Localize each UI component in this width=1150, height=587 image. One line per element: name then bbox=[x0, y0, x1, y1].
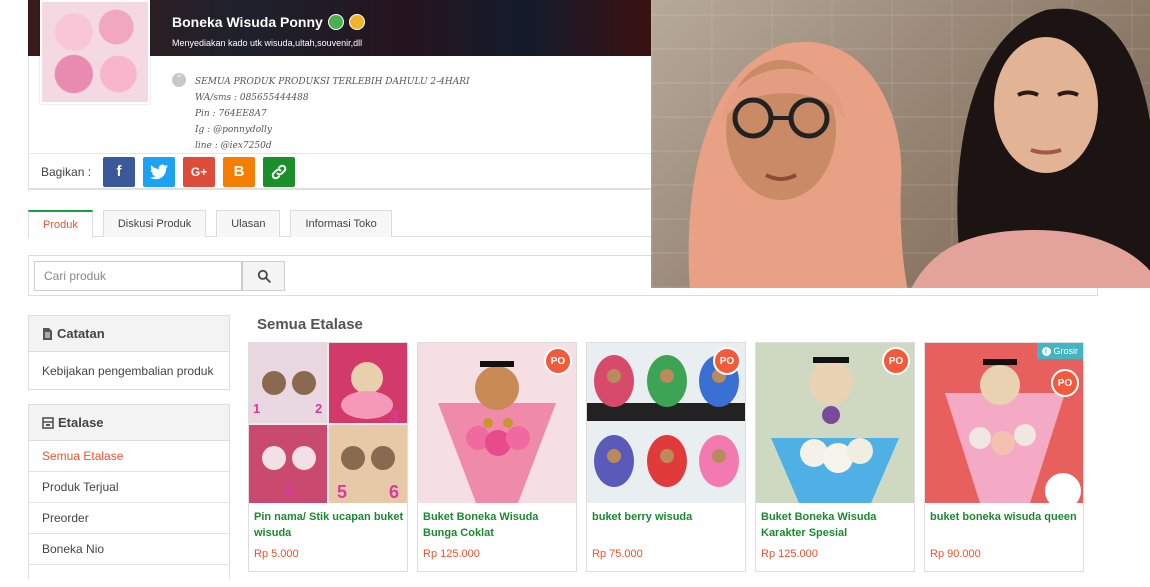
description-line: SEMUA PRODUK PRODUKSI TERLEBIH DAHULU 2-… bbox=[195, 77, 470, 87]
svg-text:1: 1 bbox=[253, 401, 260, 416]
etalase-title: Etalase bbox=[58, 415, 104, 430]
copy-link-button[interactable] bbox=[263, 156, 296, 187]
product-photo-collage: 1 2 3 4 5 6 bbox=[249, 343, 407, 503]
catatan-header: Catatan bbox=[29, 316, 229, 352]
facebook-share-button[interactable]: f bbox=[103, 156, 136, 187]
product-image[interactable]: PO bbox=[587, 343, 745, 503]
product-name[interactable]: Buket Boneka Wisuda Bunga Coklat bbox=[423, 509, 573, 541]
product-card[interactable]: PO Buket Boneka Wisuda Karakter Spesial … bbox=[755, 342, 915, 572]
share-row: Bagikan : f G+ B bbox=[28, 153, 652, 190]
info-icon: i bbox=[1041, 346, 1051, 356]
etalase-item-boneka-nio[interactable]: Boneka Nio bbox=[29, 534, 229, 565]
product-price: Rp 125.000 bbox=[423, 548, 480, 560]
product-image[interactable]: i Grosir PO bbox=[925, 343, 1083, 503]
product-price: Rp 90.000 bbox=[930, 548, 981, 560]
catatan-title: Catatan bbox=[57, 326, 105, 341]
woman-hijab-image bbox=[688, 41, 908, 288]
etalase-item-preorder[interactable]: Preorder bbox=[29, 503, 229, 534]
product-name[interactable]: Pin nama/ Stik ucapan buket wisuda bbox=[254, 509, 404, 541]
blogger-share-button[interactable]: B bbox=[223, 156, 256, 187]
product-image[interactable]: 1 2 3 4 5 6 bbox=[249, 343, 407, 503]
shop-tagline: Menyediakan kado utk wisuda,ultah,souven… bbox=[172, 38, 363, 48]
product-name[interactable]: buket berry wisuda bbox=[592, 509, 742, 525]
etalase-panel: Etalase Semua Etalase Produk Terjual Pre… bbox=[28, 404, 230, 579]
google-plus-share-button[interactable]: G+ bbox=[183, 156, 216, 187]
search-input[interactable] bbox=[34, 261, 242, 291]
document-icon bbox=[43, 327, 52, 340]
catatan-item-kebijakan[interactable]: Kebijakan pengembalian produk bbox=[29, 352, 229, 389]
product-image[interactable]: PO bbox=[756, 343, 914, 503]
etalase-item-produk-terjual[interactable]: Produk Terjual bbox=[29, 472, 229, 503]
twitter-icon bbox=[150, 164, 169, 179]
product-price: Rp 5.000 bbox=[254, 548, 299, 560]
search-button[interactable] bbox=[242, 261, 285, 291]
product-price: Rp 75.000 bbox=[592, 548, 643, 560]
tab-informasi-toko[interactable]: Informasi Toko bbox=[290, 210, 392, 237]
product-card[interactable]: i Grosir PO buket boneka wisuda queen Rp … bbox=[924, 342, 1084, 572]
svg-text:5: 5 bbox=[337, 482, 347, 502]
google-plus-icon: G+ bbox=[190, 164, 208, 179]
svg-text:3: 3 bbox=[389, 407, 399, 427]
description-line: WA/sms : 085655444488 bbox=[195, 93, 309, 103]
shop-tabs: Produk Diskusi Produk Ulasan Informasi T… bbox=[28, 210, 652, 238]
catatan-panel: Catatan Kebijakan pengembalian produk bbox=[28, 315, 230, 390]
product-card[interactable]: 1 2 3 4 5 6 Pin nama/ Stik ucapan buket … bbox=[248, 342, 408, 572]
storefront-icon bbox=[42, 416, 54, 429]
product-card[interactable]: PO buket berry wisuda Rp 75.000 bbox=[586, 342, 746, 572]
clover-badge-icon bbox=[327, 14, 344, 30]
tab-diskusi-produk[interactable]: Diskusi Produk bbox=[102, 210, 207, 237]
description-line: Ig : @ponnydolly bbox=[195, 125, 272, 135]
shop-name-row: Boneka Wisuda Ponny bbox=[172, 14, 365, 30]
gold-medal-badge-icon bbox=[348, 14, 365, 30]
shop-avatar[interactable] bbox=[40, 0, 150, 104]
video-overlay[interactable] bbox=[651, 0, 1150, 288]
etalase-header: Etalase bbox=[29, 405, 229, 441]
facebook-icon: f bbox=[116, 163, 122, 180]
product-name[interactable]: buket boneka wisuda queen bbox=[930, 509, 1080, 525]
search-icon bbox=[257, 269, 271, 283]
svg-text:6: 6 bbox=[389, 482, 399, 502]
section-title: Semua Etalase bbox=[257, 316, 363, 333]
tab-produk[interactable]: Produk bbox=[28, 210, 93, 238]
product-image[interactable]: PO bbox=[418, 343, 576, 503]
grosir-badge: i Grosir bbox=[1036, 343, 1083, 359]
woman-long-hair-image bbox=[911, 8, 1150, 288]
shop-name[interactable]: Boneka Wisuda Ponny bbox=[172, 14, 323, 30]
preorder-badge: PO bbox=[1051, 369, 1079, 397]
preorder-badge: PO bbox=[713, 347, 741, 375]
etalase-item-semua[interactable]: Semua Etalase bbox=[29, 441, 229, 472]
link-icon bbox=[271, 164, 287, 179]
product-price: Rp 125.000 bbox=[761, 548, 818, 560]
description-line: line : @iex7250d bbox=[195, 141, 272, 151]
share-label: Bagikan : bbox=[41, 164, 92, 179]
tab-ulasan[interactable]: Ulasan bbox=[216, 210, 281, 237]
shop-description: SEMUA PRODUK PRODUKSI TERLEBIH DAHULU 2-… bbox=[195, 74, 470, 154]
blogger-icon: B bbox=[233, 163, 245, 180]
product-name[interactable]: Buket Boneka Wisuda Karakter Spesial bbox=[761, 509, 911, 541]
twitter-share-button[interactable] bbox=[143, 156, 176, 187]
product-card[interactable]: PO Buket Boneka Wisuda Bunga Coklat Rp 1… bbox=[417, 342, 577, 572]
description-line: Pin : 764EE8A7 bbox=[195, 109, 267, 119]
grosir-label: Grosir bbox=[1053, 346, 1079, 356]
preorder-badge: PO bbox=[882, 347, 910, 375]
product-photo-queen-bouquet bbox=[925, 343, 1083, 503]
quote-icon: “ bbox=[172, 73, 186, 87]
svg-text:2: 2 bbox=[315, 401, 322, 416]
svg-text:4: 4 bbox=[283, 482, 293, 502]
preorder-badge: PO bbox=[544, 347, 572, 375]
